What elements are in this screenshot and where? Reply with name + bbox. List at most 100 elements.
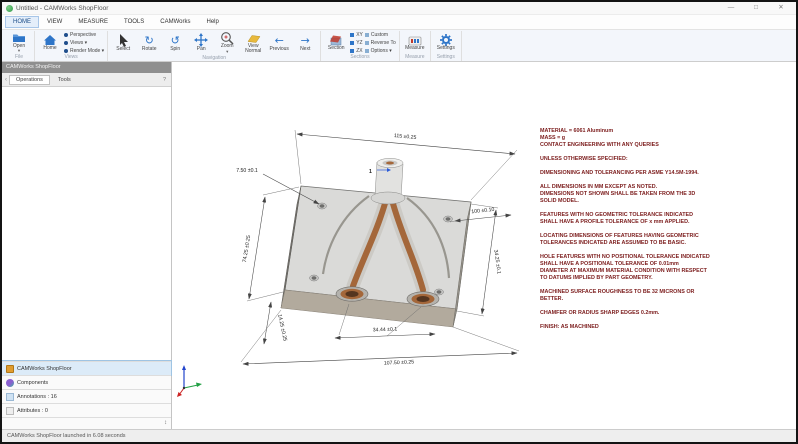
plane-zx-label: ZX (356, 48, 362, 54)
sidebar-item-attributes[interactable]: Attributes : 0 (2, 403, 171, 417)
settings-button[interactable]: Settings (434, 33, 458, 51)
attributes-icon (6, 407, 14, 415)
panel-expander[interactable]: ↕ (2, 417, 171, 429)
render-mode-icon (64, 49, 68, 53)
spin-icon: ↺ (171, 34, 180, 47)
panel-tab-bar: ‹ Operations Tools ? (2, 73, 171, 87)
home-view-label: Home (43, 46, 56, 51)
pan-label: Pan (197, 47, 206, 52)
maximize-button[interactable]: □ (745, 2, 767, 14)
next-label: Next (300, 47, 310, 52)
group-label-settings: Settings (434, 54, 458, 61)
coordinate-triad (175, 362, 203, 398)
plane-xy-checkbox[interactable] (350, 33, 354, 37)
close-button[interactable]: ✕ (770, 2, 792, 14)
graphics-viewport[interactable]: 1 115 ±0.25 7.50 ±0.1 74.25 ±0.25 100 ±0… (173, 62, 796, 429)
ribbon-group-file: Open ▾ File (4, 31, 35, 61)
plane-yz-checkbox[interactable] (350, 41, 354, 45)
status-message: CAMWorks ShopFloor launched in 6.08 seco… (7, 433, 126, 439)
arrow-left-icon: ← (275, 34, 284, 47)
title-bar: Untitled - CAMWorks ShopFloor — □ ✕ (2, 2, 796, 15)
sidebar-item-label: Annotations : 16 (17, 394, 57, 400)
section-button[interactable]: Section (324, 33, 348, 51)
measure-button[interactable]: Measure (403, 33, 427, 51)
perspective-button[interactable]: Perspective (64, 32, 104, 38)
pan-icon (194, 34, 208, 47)
tab-home[interactable]: HOME (6, 17, 38, 27)
arrow-right-icon: → (301, 34, 310, 47)
views-menu-label: Views ▾ (70, 40, 87, 46)
pan-button[interactable]: Pan (189, 34, 213, 52)
app-window: Untitled - CAMWorks ShopFloor — □ ✕ HOME… (0, 0, 798, 444)
panel-collapse-button[interactable]: ‹ (5, 77, 7, 83)
components-icon (6, 379, 14, 387)
tab-measure[interactable]: MEASURE (71, 17, 115, 27)
tab-operations[interactable]: Operations (10, 76, 49, 84)
tab-tools[interactable]: TOOLS (117, 17, 151, 27)
ribbon-group-sections: Section XY Custom YZ Reverse To (321, 31, 400, 61)
custom-section-icon (365, 33, 369, 37)
annotations-icon (6, 393, 14, 401)
previous-button[interactable]: ← Previous (267, 34, 291, 52)
group-label-sections: Sections (324, 54, 396, 61)
engineering-notes: MATERIAL = 6061 Aluminum MASS = g CONTAC… (540, 128, 790, 331)
part-drawing[interactable]: 1 115 ±0.25 7.50 ±0.1 74.25 ±0.25 100 ±0… (219, 94, 551, 386)
select-button[interactable]: Select (111, 34, 135, 52)
dim-upper-left: 7.50 ±0.1 (236, 168, 258, 174)
dim-top: 115 ±0.25 (394, 133, 417, 141)
dim-bottom-center: 34.44 ±0.1 (373, 327, 398, 334)
ribbon-tab-bar: HOME VIEW MEASURE TOOLS CAMWorks Help (2, 15, 796, 30)
plane-yz-label: YZ (356, 40, 362, 46)
ribbon-group-settings: Settings Settings (431, 31, 462, 61)
app-logo-icon (6, 5, 13, 12)
reverse-section-button[interactable]: Reverse To (371, 40, 396, 46)
dim-bottom: 107.50 ±0.25 (384, 359, 415, 366)
sidebar-item-annotations[interactable]: Annotations : 16 (2, 389, 171, 403)
dim-right-side: 34.25 ±0.1 (492, 249, 501, 274)
group-label-measure: Measure (403, 54, 427, 61)
group-label-file: File (7, 54, 31, 61)
rotate-button[interactable]: ↻ Rotate (137, 34, 161, 52)
sidebar-item-components[interactable]: Components (2, 375, 171, 389)
operations-tree[interactable] (2, 87, 171, 361)
reverse-section-icon (365, 41, 369, 45)
views-menu-button[interactable]: Views ▾ (64, 40, 104, 46)
shopfloor-icon (6, 365, 14, 373)
perspective-icon (64, 33, 68, 37)
open-button[interactable]: Open ▾ (7, 31, 31, 54)
window-title: Untitled - CAMWorks ShopFloor (16, 5, 108, 12)
view-normal-button[interactable]: View Normal (241, 31, 265, 55)
sidebar-item-label: CAMWorks ShopFloor (17, 366, 72, 372)
plane-zx-checkbox[interactable] (350, 49, 354, 53)
group-label-views: Views (38, 54, 104, 61)
section-options-icon (365, 49, 369, 53)
spin-label: Spin (170, 47, 180, 52)
tab-camworks[interactable]: CAMWorks (153, 17, 197, 27)
section-options-button[interactable]: Options ▾ (371, 48, 392, 54)
select-label: Select (116, 47, 130, 52)
home-view-button[interactable]: Home (38, 33, 62, 51)
svg-text:1: 1 (369, 169, 372, 175)
next-button[interactable]: → Next (293, 34, 317, 52)
ribbon-group-views: Home Perspective Views ▾ Render Mode ▾ (35, 31, 108, 61)
panel-header: CAMWorks ShopFloor (2, 62, 171, 73)
spin-button[interactable]: ↺ Spin (163, 34, 187, 52)
rotate-icon: ↻ (145, 34, 154, 47)
sidebar-item-shopfloor[interactable]: CAMWorks ShopFloor (2, 361, 171, 375)
tab-help[interactable]: Help (199, 17, 225, 27)
ribbon-group-navigation: Select ↻ Rotate ↺ Spin (108, 31, 321, 61)
dim-bottom-left: 14.25 ±0.25 (276, 314, 288, 342)
render-mode-label: Render Mode ▾ (70, 48, 104, 54)
perspective-label: Perspective (70, 32, 96, 38)
zoom-button[interactable]: Zoom ▾ (215, 31, 239, 54)
tab-tools[interactable]: Tools (52, 76, 77, 84)
tab-view[interactable]: VIEW (40, 17, 69, 27)
panel-help-button[interactable]: ? (163, 77, 168, 83)
status-bar: CAMWorks ShopFloor launched in 6.08 seco… (2, 429, 796, 442)
measure-label: Measure (405, 46, 424, 51)
render-mode-button[interactable]: Render Mode ▾ (64, 48, 104, 54)
minimize-button[interactable]: — (720, 2, 742, 14)
central-boss (371, 158, 405, 204)
custom-section-button[interactable]: Custom (371, 32, 388, 38)
dim-left: 74.25 ±0.25 (242, 235, 252, 263)
